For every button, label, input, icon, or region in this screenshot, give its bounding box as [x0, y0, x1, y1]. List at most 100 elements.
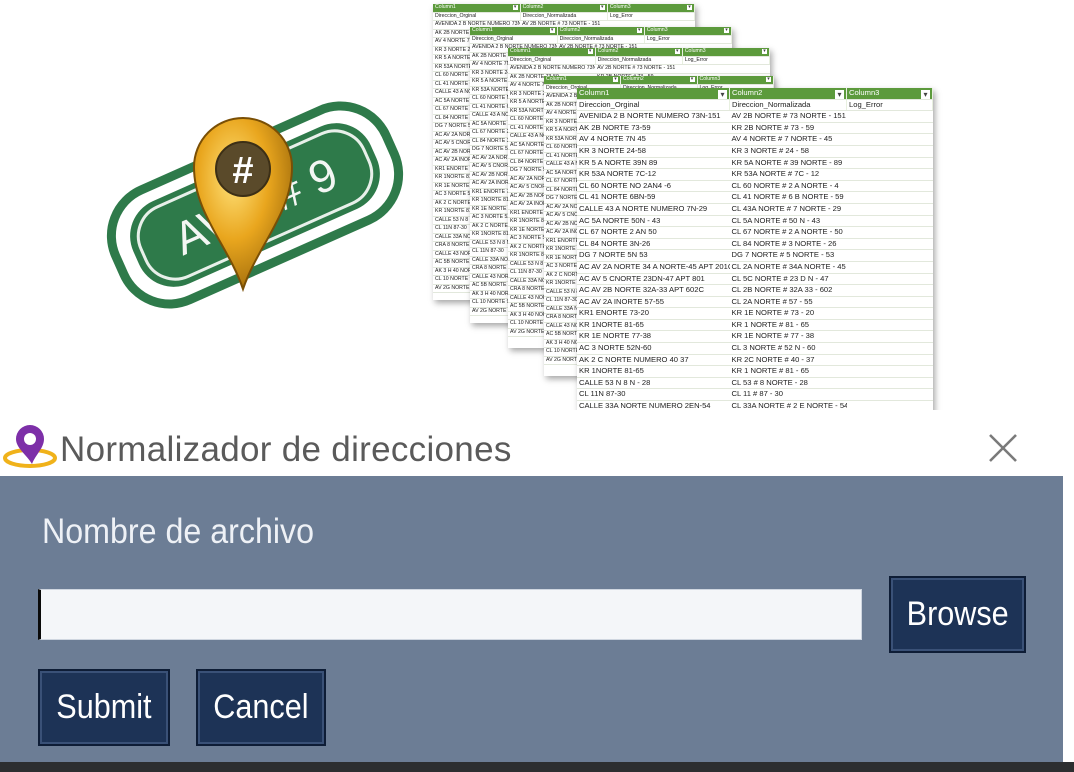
sheet-header-cell: Column2 ▾: [620, 76, 698, 85]
file-name-input[interactable]: [38, 589, 862, 640]
sheet-cell: [846, 215, 933, 228]
sheet-cell: CL 41 NORTE # 6 B NORTE - 59: [729, 191, 847, 204]
filter-dropdown-icon: ▾: [687, 4, 692, 10]
sheet-cell: [846, 122, 933, 135]
dialog-body: Nombre de archivo Browse Submit Cancel: [0, 476, 1063, 762]
filter-dropdown-icon: ▾: [674, 48, 680, 54]
sheet-cell: [846, 354, 933, 367]
sheet-cell: KR 1E NORTE 77-38: [577, 330, 730, 344]
sheet-cell: CL 53 # 8 NORTE - 28: [729, 377, 847, 390]
browse-button[interactable]: Browse: [889, 576, 1026, 653]
sheet-row: AVENIDA 2 B NORTE NUMERO 73N-151AV 2B NO…: [577, 110, 933, 123]
sheet-header-cell: Column3 ▾: [697, 76, 774, 85]
sheet-header-cell: Column1 ▾: [470, 27, 558, 36]
sheet-header-cell: Column3 ▾: [607, 4, 695, 13]
sheet-header-row: Column1 ▾ Column2 ▾ Column3 ▾: [577, 88, 933, 100]
filter-dropdown-icon: ▾: [724, 27, 729, 33]
sheet-row: AC AV 2A INORTE 57-55CL 2A NORTE # 57 - …: [577, 296, 933, 309]
sheet-cell: CL 67 NORTE 2 AN 50: [577, 226, 730, 239]
sheet-cell: DG 7 NORTE # 5 NORTE - 53: [729, 249, 847, 262]
sheet-row: DG 7 NORTE 5N 53DG 7 NORTE # 5 NORTE - 5…: [577, 249, 933, 262]
sheet-cell: AC 3 NORTE 52N-60: [577, 342, 730, 355]
sheet-cell: [846, 191, 933, 204]
filter-dropdown-icon: ▾: [689, 76, 695, 82]
sheet-cell: [846, 284, 933, 297]
sheet-row: CALLE 53 N 8 N - 28CL 53 # 8 NORTE - 28: [577, 377, 933, 390]
sheet-subheader-cell: Direccion_Normalizada: [595, 56, 683, 65]
sheet-row: AC AV 2B NORTE 32A-33 APT 602CCL 2B NORT…: [577, 284, 933, 297]
sheet-cell: [846, 145, 933, 158]
sheet-cell: KR 2B NORTE # 73 - 59: [729, 122, 847, 135]
sheet-row: KR 1E NORTE 77-38KR 1E NORTE # 77 - 38: [577, 330, 933, 344]
sheet-cell: AK 2 C NORTE NUMERO 40 37: [577, 354, 730, 367]
sheet-cell: [846, 249, 933, 262]
sheet-row: KR 1NORTE 81-65KR 1 NORTE # 81 - 65: [577, 319, 933, 332]
hero-illustration: AV 5 # 9 # Column1▾Column2▾Column3▾Direc…: [0, 0, 1074, 456]
sheet-cell: DG 7 NORTE 5N 53: [577, 249, 730, 262]
sheet-row: CL 67 NORTE 2 AN 50CL 67 NORTE # 2 A NOR…: [577, 226, 933, 239]
sheet-cell: [846, 203, 933, 216]
sheet-cell: KR 1NORTE 81-65: [577, 365, 730, 378]
filter-dropdown-icon: ▾: [636, 27, 642, 33]
sheet-cell: CALLE 43 A NORTE NUMERO 7N-29: [577, 203, 730, 216]
sheet-cell: CL 41 NORTE 6BN-59: [577, 191, 730, 204]
close-icon[interactable]: [980, 426, 1026, 472]
sheet-cell: [846, 261, 933, 274]
sheet-subheader-cell: Direccion_Normalizada: [557, 35, 645, 44]
sheet-cell: AK 2B NORTE 73-59: [577, 122, 730, 135]
sheet-cell: KR 1E NORTE # 73 - 20: [729, 307, 847, 320]
sheet-row: CL 60 NORTE NO 2AN4 -6CL 60 NORTE # 2 A …: [577, 180, 933, 193]
sheet-cell: AC AV 2A NORTE 34 A NORTE-45 APT 201C: [577, 261, 730, 274]
filter-dropdown-icon: ▾: [766, 76, 771, 82]
cancel-button[interactable]: Cancel: [196, 669, 326, 746]
sheet-cell: CL 11N 87-30: [577, 388, 730, 402]
sheet-cell: CL 11 # 87 - 30: [729, 388, 847, 402]
browse-button-label: Browse: [906, 595, 1009, 633]
sheet-header-row: Column1 ▾ Column2 ▾ Column3 ▾: [508, 48, 770, 57]
sheet-cell: CL 2A NORTE # 34A NORTE - 45: [729, 261, 847, 274]
sheet-row: AV 4 NORTE 7N 45AV 4 NORTE # 7 NORTE - 4…: [577, 133, 933, 146]
sheet-header-cell: Column1 ▾: [544, 76, 621, 85]
sheet-row: AK 2B NORTE 73-59KR 2B NORTE # 73 - 59: [577, 122, 933, 135]
map-pin-icon: [3, 425, 57, 468]
sheet-cell: [682, 64, 770, 74]
sheet-cell: AC AV 5 CNORTE 23DN-47 APT 801: [577, 273, 730, 286]
submit-button[interactable]: Submit: [38, 669, 170, 746]
sheet-row: AC AV 2A NORTE 34 A NORTE-45 APT 201CCL …: [577, 261, 933, 274]
sheet-row: KR 53A NORTE 7C-12KR 53A NORTE # 7C - 12: [577, 168, 933, 181]
sheet-row: KR 1NORTE 81-65KR 1 NORTE # 81 - 65: [577, 365, 933, 378]
sheet-cell: [846, 110, 933, 123]
sheet-row: KR 3 NORTE 24-58KR 3 NORTE # 24 - 58: [577, 145, 933, 158]
sheet-cell: [846, 133, 933, 146]
sheet-cell: CL 60 NORTE # 2 A NORTE - 4: [729, 180, 847, 193]
sheet-row: CL 84 NORTE 3N-26CL 84 NORTE # 3 NORTE -…: [577, 238, 933, 251]
sheet-header-row: Column1 ▾ Column2 ▾ Column3 ▾: [470, 27, 732, 36]
sheet-cell: [846, 273, 933, 286]
filter-dropdown-icon: ▾: [762, 48, 767, 54]
sheet-header-cell: Column3 ▾: [644, 27, 732, 36]
sheet-cell: [846, 226, 933, 239]
sheet-cell: KR 53A NORTE # 7C - 12: [729, 168, 847, 181]
filter-dropdown-icon: ▾: [835, 90, 844, 99]
sheet-subheader-cell: Direccion_Orginal: [508, 56, 596, 65]
sheet-cell: [846, 180, 933, 193]
sheet-header-cell: Column2 ▾: [520, 4, 608, 13]
sheet-row: CALLE 43 A NORTE NUMERO 7N-29CL 43A NORT…: [577, 203, 933, 216]
sheet-cell: [846, 157, 933, 170]
filter-dropdown-icon: ▾: [549, 27, 555, 33]
submit-button-label: Submit: [56, 688, 152, 726]
sheet-cell: KR 3 NORTE 24-58: [577, 145, 730, 158]
sheet-subheader-row: Direccion_OrginalDireccion_NormalizadaLo…: [433, 12, 695, 21]
sheet-subheader-cell: Log_Error: [682, 56, 770, 65]
sheet-cell: CL 67 NORTE # 2 A NORTE - 50: [729, 226, 847, 239]
filter-dropdown-icon: ▾: [512, 4, 518, 10]
window-title: Normalizador de direcciones: [60, 430, 512, 469]
sheet-header-cell: Column2 ▾: [557, 27, 645, 36]
sheet-row: KR1 ENORTE 73-20KR 1E NORTE # 73 - 20: [577, 307, 933, 320]
sheet-cell: [846, 168, 933, 181]
filter-dropdown-icon: ▾: [921, 90, 930, 99]
sheet-cell: [846, 342, 933, 355]
sheet-cell: AV 2B NORTE # 73 NORTE - 151: [595, 64, 683, 74]
sheet-cell: KR1 ENORTE 73-20: [577, 307, 730, 320]
sheet-subheader-cell: Direccion_Orginal: [577, 99, 730, 112]
